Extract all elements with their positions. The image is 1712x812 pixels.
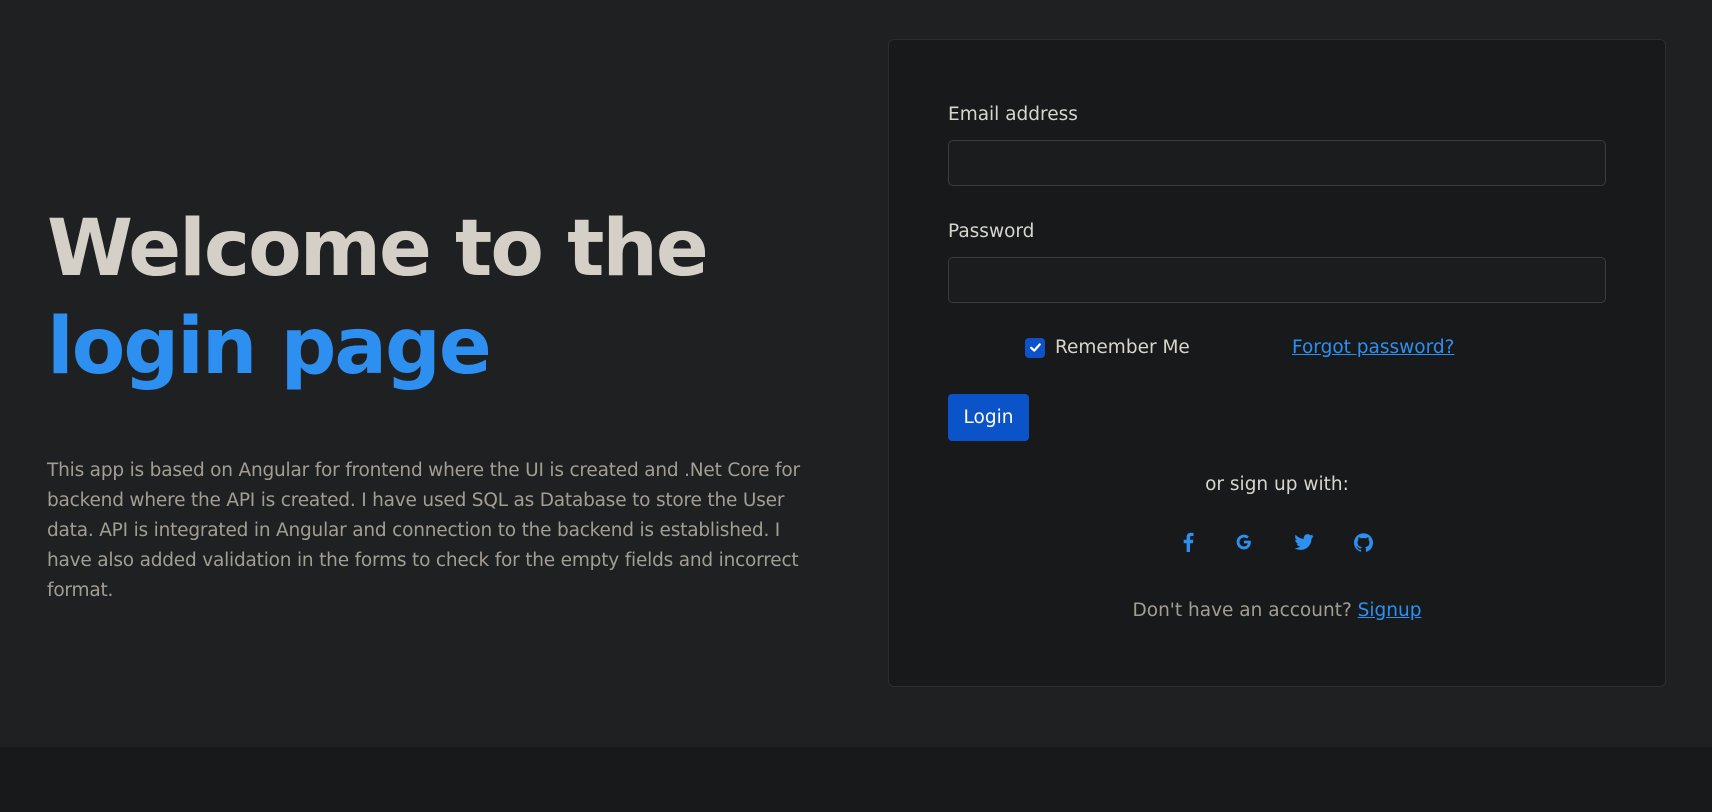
email-label: Email address: [948, 104, 1078, 125]
signup-row: Don't have an account? Signup: [889, 600, 1665, 621]
hero-description: This app is based on Angular for fronten…: [47, 460, 800, 601]
remember-me-checkbox[interactable]: Remember Me: [1025, 337, 1190, 358]
page-footer-band: [0, 747, 1712, 812]
github-icon[interactable]: [1348, 527, 1378, 557]
hero-title: Welcome to the login page: [47, 200, 817, 396]
signup-prompt: Don't have an account?: [1132, 600, 1352, 621]
login-card: Email address Password Remember Me Forgo…: [888, 39, 1666, 687]
facebook-icon[interactable]: [1173, 527, 1203, 557]
social-login-row: [889, 527, 1665, 557]
signup-link[interactable]: Signup: [1358, 600, 1422, 621]
hero-title-line2: login page: [47, 302, 492, 392]
remember-me-label: Remember Me: [1055, 337, 1190, 358]
password-input[interactable]: [948, 257, 1606, 303]
hero-section: Welcome to the login page This app is ba…: [47, 200, 817, 606]
email-input[interactable]: [948, 140, 1606, 186]
login-button[interactable]: Login: [948, 394, 1029, 441]
or-sign-up-text: or sign up with:: [1205, 474, 1349, 495]
google-icon[interactable]: [1229, 527, 1259, 557]
twitter-icon[interactable]: [1289, 527, 1319, 557]
forgot-password-link[interactable]: Forgot password?: [1292, 337, 1454, 358]
password-label: Password: [948, 221, 1035, 242]
checkbox-checked-icon[interactable]: [1025, 337, 1045, 358]
hero-title-line1: Welcome to the: [47, 204, 709, 294]
